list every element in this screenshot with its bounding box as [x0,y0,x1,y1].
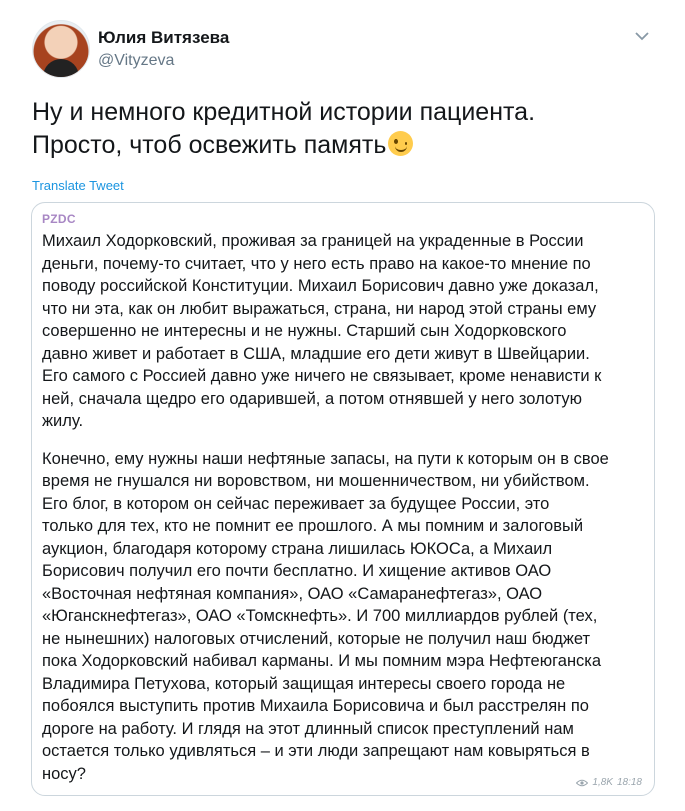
quote-line: поводу российской Конституции. Михаил Бо… [42,277,599,295]
quote-line: «Юганскнефтегаз», ОАО «Томскнефть». И 70… [42,607,598,625]
avatar[interactable] [32,20,90,78]
quote-line: Борисович получил его почти бесплатно. И… [42,562,552,580]
quote-line: ней, сначала щедро его одарившей, а пото… [42,389,583,408]
chevron-down-icon[interactable] [632,26,652,46]
eye-icon [576,779,589,787]
quote-line: «Восточная нефтяная компания», ОАО «Сама… [42,584,543,603]
translate-tweet-link[interactable]: Translate Tweet [32,178,124,193]
post-meta: 1,8K 18:18 [576,777,642,788]
post-time: 18:18 [616,777,642,788]
quoted-content-card[interactable]: PZDC Михаил Ходорковский, проживая за гр… [31,202,655,796]
quote-line: деньги, почему-то считает, что у него ес… [42,254,591,273]
tweet-text-line-content: Просто, чтоб освежить память [32,131,387,159]
author-handle[interactable]: @Vityzeva [98,52,174,70]
quote-line: Конечно, ему нужны наши нефтяные запасы,… [42,449,609,468]
tweet-text-line: Просто, чтоб освежить память [32,129,652,162]
quote-line: пока Ходорковский набивал карманы. И мы … [42,652,602,670]
quote-line: Его самого с Россией давно уже ничего не… [42,367,602,385]
quote-line: только для тех, кто не помнит ее прошлог… [42,517,584,535]
quote-line: не нынешних) налоговых отчислений, котор… [42,629,591,648]
quote-source: PZDC [42,212,76,226]
view-count: 1,8K [592,777,613,788]
author-name[interactable]: Юлия Витязева [98,28,229,48]
quote-line: носу? [42,764,86,783]
tweet-text-line: Ну и немного кредитной истории пациента. [32,98,536,126]
quote-line: Михаил Ходорковский, проживая за границе… [42,232,584,250]
winking-face-icon [388,131,414,156]
quote-line: давно живет и работает в США, младшие ег… [42,344,590,363]
quote-line: совершенно не интересны и не нужны. Стар… [42,322,567,340]
quote-line: что ни эта, как он любит выражаться, стр… [42,299,597,318]
quote-line: аукцион, благодаря которому страна лишил… [42,539,553,558]
tweet-text: Ну и немного кредитной истории пациента.… [32,96,652,162]
quote-line: побоялся выступить против Михаила Борисо… [42,697,589,715]
quote-line: остается только удивляться – и эти люди … [42,742,590,760]
quote-line: жилу. [42,412,84,430]
quote-line: Владимира Петухова, который защищая инте… [42,674,566,693]
quote-body: Михаил Ходорковский, проживая за границе… [42,230,648,785]
quote-line: Его блог, в котором он сейчас переживает… [42,494,550,513]
quote-line: дороге на работу. И глядя на этот длинны… [42,719,574,738]
tweet-header: Юлия Витязева @Vityzeva [32,20,662,82]
quote-line: время не гнушался ни воровством, ни моше… [42,472,590,490]
